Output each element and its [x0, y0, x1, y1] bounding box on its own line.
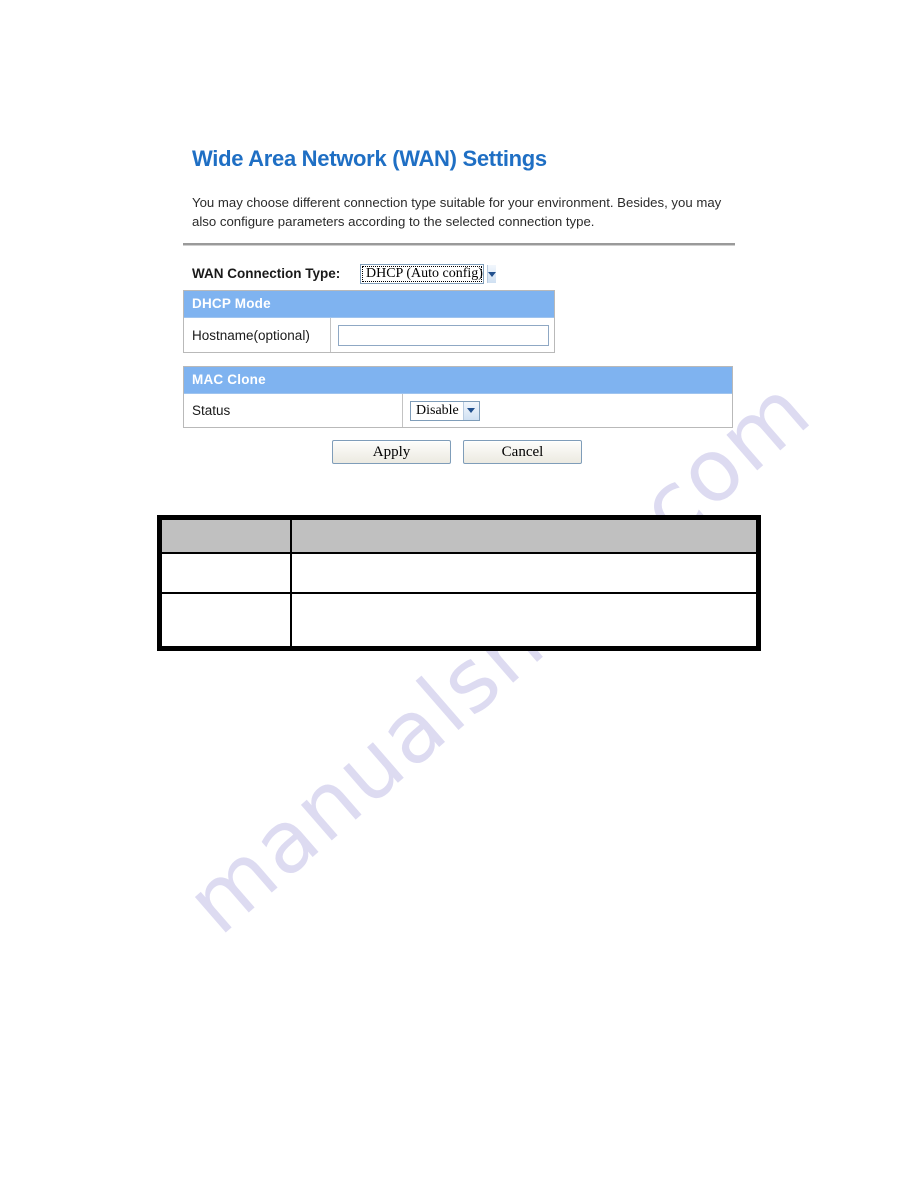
legend-table: [157, 515, 761, 651]
wan-connection-type-row: WAN Connection Type: DHCP (Auto config): [192, 264, 532, 288]
page-description: You may choose different connection type…: [192, 195, 722, 229]
legend-cell-r2c2: [290, 592, 758, 648]
mac-status-row: Status Disable: [184, 394, 732, 427]
dhcp-mode-header: DHCP Mode: [184, 291, 554, 318]
chevron-down-icon[interactable]: [486, 265, 496, 283]
mac-status-field-cell: Disable: [403, 394, 732, 427]
legend-header-cell-1: [160, 518, 292, 554]
mac-status-select[interactable]: Disable: [410, 400, 480, 421]
table-row: [160, 552, 758, 594]
hostname-input[interactable]: [338, 324, 549, 346]
page-title: Wide Area Network (WAN) Settings: [192, 146, 547, 171]
cancel-button[interactable]: Cancel: [463, 440, 582, 464]
document-page: Wide Area Network (WAN) Settings You may…: [0, 0, 918, 1188]
legend-cell-r2c1: [160, 592, 292, 648]
mac-clone-header: MAC Clone: [184, 367, 732, 394]
table-row: [160, 592, 758, 648]
wan-connection-type-select[interactable]: DHCP (Auto config): [360, 264, 496, 284]
table-header-row: [160, 518, 758, 554]
mac-status-value: Disable: [416, 402, 459, 418]
hostname-row: Hostname(optional): [184, 318, 554, 352]
apply-button[interactable]: Apply: [332, 440, 451, 464]
legend-header-cell-2: [290, 518, 758, 554]
hostname-field-cell: [331, 318, 554, 352]
legend-cell-r1c1: [160, 552, 292, 594]
wan-connection-type-value: DHCP (Auto config): [366, 266, 483, 281]
wan-connection-type-label: WAN Connection Type:: [192, 266, 341, 281]
mac-status-label: Status: [184, 394, 403, 427]
mac-clone-section: MAC Clone Status Disable: [183, 366, 733, 428]
dhcp-mode-section: DHCP Mode Hostname(optional): [183, 290, 555, 353]
form-action-bar: Apply Cancel: [332, 440, 582, 464]
horizontal-divider: [183, 243, 735, 246]
chevron-down-icon[interactable]: [462, 401, 479, 420]
hostname-label: Hostname(optional): [184, 318, 331, 352]
legend-cell-r1c2: [290, 552, 758, 594]
